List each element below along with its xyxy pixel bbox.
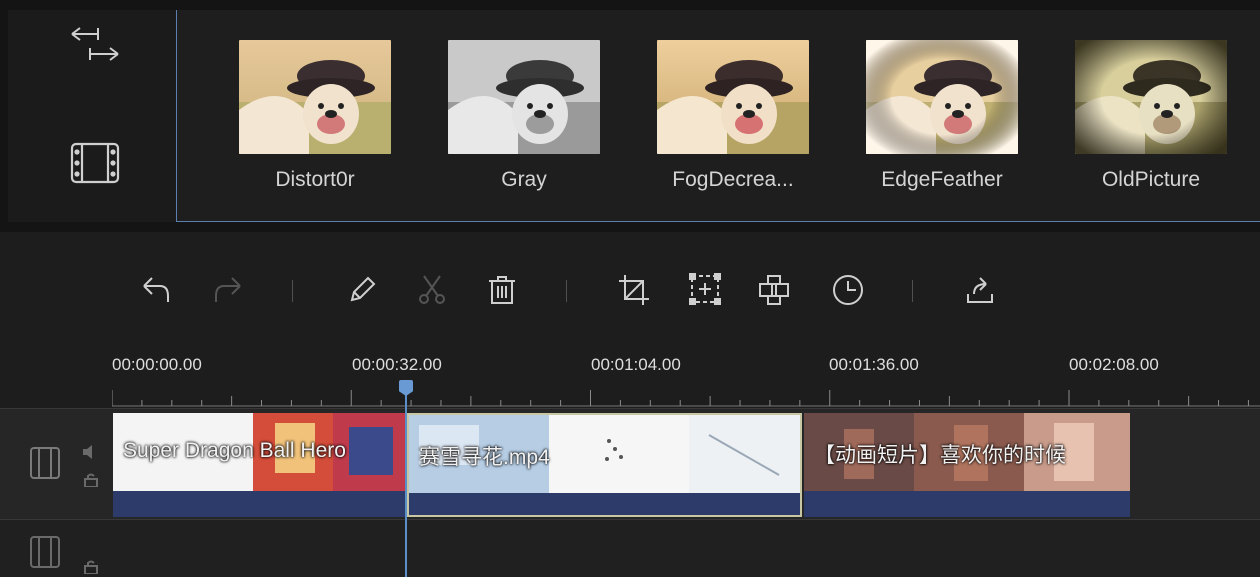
cut-icon[interactable] — [414, 272, 450, 308]
time-marker: 00:01:36.00 — [829, 355, 919, 374]
audio-waveform — [804, 491, 1130, 517]
effect-thumbnail — [866, 40, 1018, 154]
effect-thumbnail — [657, 40, 809, 154]
film-track-icon — [28, 445, 62, 486]
time-marker: 00:02:08.00 — [1069, 355, 1159, 374]
effect-label: Distort0r — [275, 168, 355, 191]
timeline: 00:00:00.00 00:00:32.00 00:01:04.00 00:0… — [0, 342, 1260, 577]
audio-waveform — [409, 493, 800, 515]
effect-thumbnail — [448, 40, 600, 154]
toolbar-divider — [292, 280, 293, 302]
time-ruler[interactable] — [112, 386, 1260, 408]
effect-thumbnail — [1075, 40, 1227, 154]
lock-icon[interactable] — [84, 560, 98, 577]
lock-icon[interactable] — [84, 473, 98, 492]
delete-icon[interactable] — [484, 272, 520, 308]
playhead[interactable] — [405, 392, 407, 577]
effect-old-picture[interactable]: OldPicture — [1075, 40, 1227, 192]
effect-edge-feather[interactable]: EdgeFeather — [866, 40, 1018, 192]
clip-title: Super Dragon Ball Hero — [123, 439, 346, 462]
crop-icon[interactable] — [616, 272, 652, 308]
film-track-icon — [28, 534, 62, 575]
effect-label: FogDecrea... — [672, 168, 794, 191]
time-marker: 00:00:32.00 — [352, 355, 442, 374]
effect-label: Gray — [501, 168, 547, 191]
video-clip[interactable]: Super Dragon Ball Hero — [113, 413, 405, 517]
audio-waveform — [113, 491, 405, 517]
empty-track — [0, 520, 1260, 577]
video-clip[interactable]: 【动画短片】喜欢你的时候 — [804, 413, 1130, 517]
export-icon[interactable] — [962, 272, 998, 308]
zoom-fit-icon[interactable] — [688, 272, 724, 308]
left-rail — [8, 10, 176, 222]
redo-icon[interactable] — [210, 272, 246, 308]
time-marker: 00:00:00.00 — [112, 355, 202, 374]
edit-icon[interactable] — [344, 272, 380, 308]
mosaic-icon[interactable] — [756, 272, 792, 308]
toolbar — [0, 232, 1260, 342]
clip-title: 【动画短片】喜欢你的时候 — [814, 444, 1066, 467]
undo-icon[interactable] — [138, 272, 174, 308]
effect-fog-decrease[interactable]: FogDecrea... — [657, 40, 809, 192]
effects-area — [0, 0, 1260, 232]
toolbar-divider — [566, 280, 567, 302]
film-frame-icon[interactable] — [68, 138, 124, 193]
volume-icon[interactable] — [82, 445, 98, 464]
clip-title: 赛雪寻花.mp4 — [419, 446, 550, 469]
effect-gray[interactable]: Gray — [448, 40, 600, 192]
video-track: Super Dragon Ball Hero 赛雪寻花.mp4 【动画短片】喜欢… — [0, 408, 1260, 520]
time-marker: 00:01:04.00 — [591, 355, 681, 374]
effect-distortor[interactable]: Distort0r — [239, 40, 391, 192]
toolbar-divider — [912, 280, 913, 302]
effect-label: EdgeFeather — [881, 168, 1003, 191]
speed-icon[interactable] — [830, 272, 866, 308]
effect-thumbnail — [239, 40, 391, 154]
video-clip-selected[interactable]: 赛雪寻花.mp4 — [407, 413, 802, 517]
swap-arrows-icon[interactable] — [68, 22, 124, 71]
effect-label: OldPicture — [1101, 168, 1201, 191]
